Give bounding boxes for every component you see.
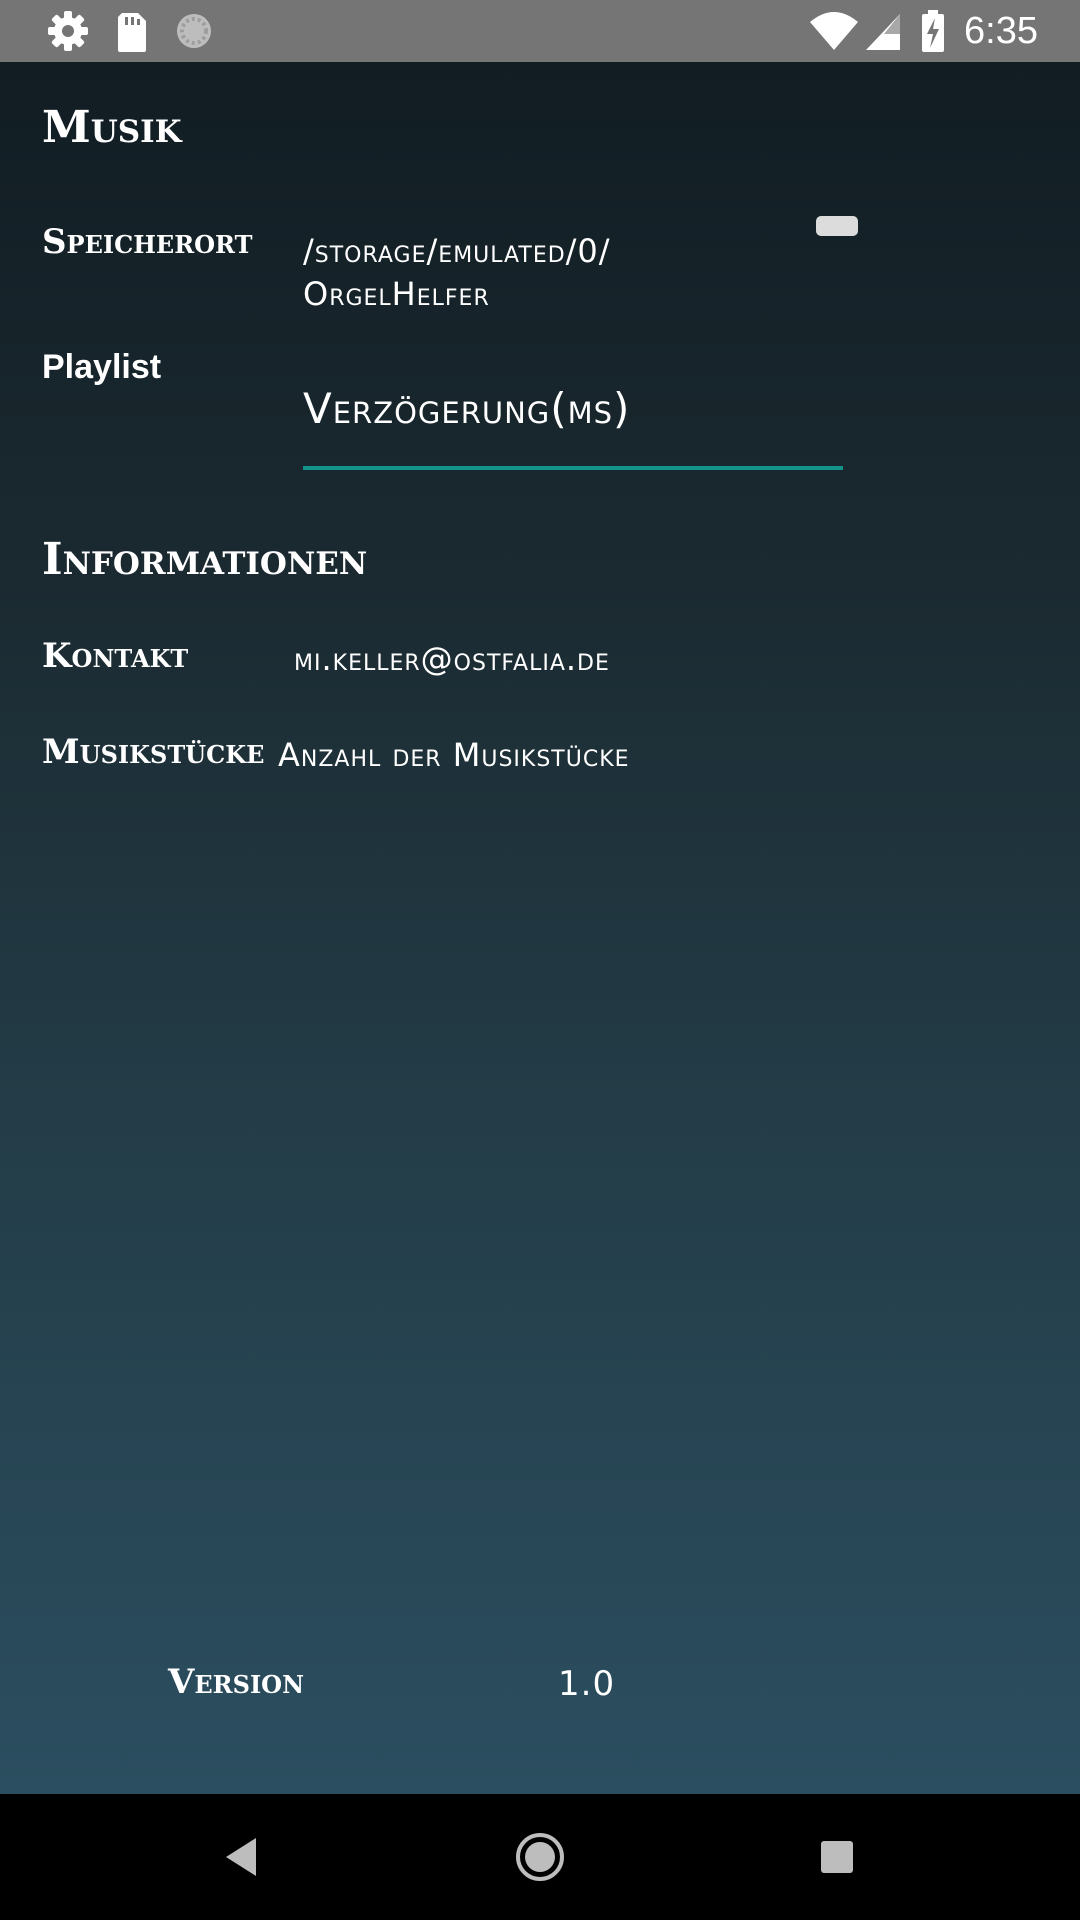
version-value: 1.0 [558, 1664, 616, 1704]
speicherort-toggle[interactable] [816, 216, 858, 236]
delay-input-text[interactable]: Verzögerung(ms) [303, 384, 630, 433]
musikstuecke-value: Anzahl der Musikstücke [278, 736, 630, 774]
home-button[interactable] [505, 1822, 575, 1892]
musikstuecke-label: Musikstücke [42, 732, 265, 772]
battery-charging-icon [922, 10, 944, 52]
section-title-informationen: Informationen [42, 534, 368, 585]
settings-screen: Musik Speicherort /storage/emulated/0/ O… [0, 62, 1080, 1794]
cell-signal-icon [866, 14, 900, 50]
version-label: Version [168, 1662, 305, 1702]
playlist-label: Playlist [42, 348, 162, 386]
delay-input[interactable]: Verzögerung(ms) [303, 378, 843, 474]
section-title-musik: Musik [42, 102, 182, 153]
navigation-bar [0, 1794, 1080, 1920]
status-time: 6:35 [964, 10, 1038, 52]
sync-icon [177, 14, 211, 48]
wifi-icon [810, 12, 858, 50]
sd-card-icon [118, 13, 146, 52]
gear-icon [48, 11, 88, 51]
speicherort-value-line1[interactable]: /storage/emulated/0/ [303, 232, 611, 270]
speicherort-label: Speicherort [42, 222, 253, 262]
recents-button[interactable] [802, 1822, 872, 1892]
speicherort-value-line2[interactable]: OrgelHelfer [303, 275, 490, 313]
kontakt-value[interactable]: mi.keller@ostfalia.de [294, 640, 610, 678]
back-button[interactable] [206, 1822, 276, 1892]
kontakt-label: Kontakt [42, 636, 189, 676]
delay-input-underline [303, 466, 843, 470]
status-bar: 6:35 [0, 0, 1080, 62]
